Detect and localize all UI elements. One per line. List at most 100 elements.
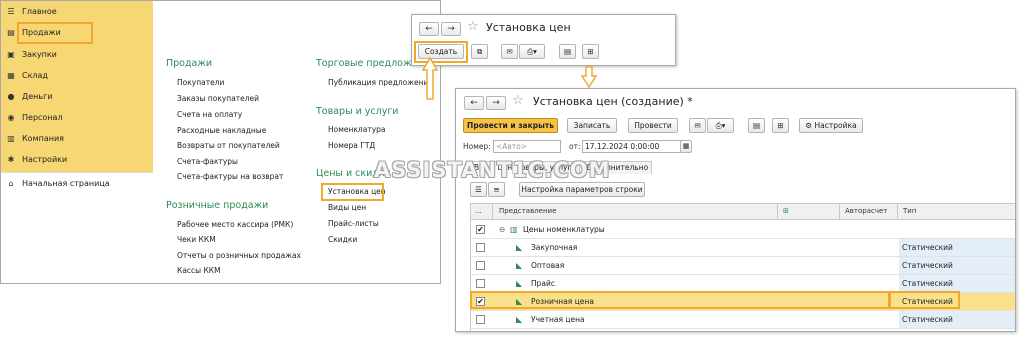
image-column-icon[interactable]: ⊞ xyxy=(783,207,789,215)
number-field[interactable]: <Авто> xyxy=(493,140,561,153)
menu-icon: ☰ xyxy=(7,7,15,16)
sidebar-item-home[interactable]: ⌂ Начальная страница xyxy=(1,172,153,193)
link-nomenclature[interactable]: Номенклатура xyxy=(328,125,386,134)
structure-icon[interactable]: ⊞ xyxy=(772,118,789,133)
type-cell[interactable]: Статический xyxy=(899,311,1015,328)
grid-cols-icon[interactable]: ≡ xyxy=(488,182,505,197)
date-field[interactable]: 17.12.2024 0:00:00 xyxy=(582,140,688,153)
post-button[interactable]: Провести xyxy=(628,118,678,133)
sections-panel-window: ☰ Главное ▤ Продажи ▣ Закупки ▦ Склад ● … xyxy=(0,0,441,284)
arrow-left-icon: ← xyxy=(425,24,433,34)
favorite-star-icon[interactable]: ☆ xyxy=(512,93,524,108)
sidebar-item-warehouse[interactable]: ▦ Склад xyxy=(1,65,153,86)
type-cell-highlight-frame xyxy=(888,291,960,309)
structure-icon[interactable]: ⊞ xyxy=(582,44,599,59)
column-header-autocalc[interactable]: Авторасчет xyxy=(845,207,887,215)
forward-button[interactable]: → xyxy=(486,96,506,110)
report-icon[interactable]: ▤ xyxy=(559,44,576,59)
row-label: Закупочная xyxy=(531,243,578,252)
grid-rows-icon[interactable]: ☰ xyxy=(470,182,487,197)
sidebar-item-label: Главное xyxy=(22,7,57,16)
column-divider xyxy=(897,204,898,220)
column-divider xyxy=(492,204,493,220)
row-checkbox[interactable] xyxy=(476,279,485,288)
settings-button[interactable]: ⚙ Настройка xyxy=(799,118,863,133)
sidebar-item-company[interactable]: ▥ Компания xyxy=(1,128,153,149)
type-cell[interactable]: Статический xyxy=(899,239,1015,256)
home-icon: ⌂ xyxy=(8,178,14,188)
link-sales-waybills[interactable]: Расходные накладные xyxy=(177,126,266,135)
table-row[interactable]: ◣ Учетная цена Статический xyxy=(471,311,1015,329)
mail-icon[interactable]: ✉ xyxy=(689,118,706,133)
print-icon[interactable]: ⎙▾ xyxy=(519,44,545,59)
price-setup-highlight-frame xyxy=(321,183,384,201)
link-gtd-numbers[interactable]: Номера ГТД xyxy=(328,141,375,150)
sidebar-item-money[interactable]: ● Деньги xyxy=(1,86,153,107)
link-publish-offers[interactable]: Публикация предложений xyxy=(328,78,433,87)
link-kkm-registers[interactable]: Кассы ККМ xyxy=(177,266,221,275)
favorite-star-icon[interactable]: ☆ xyxy=(467,19,479,34)
link-price-lists[interactable]: Прайс-листы xyxy=(328,219,379,228)
column-divider xyxy=(777,204,778,220)
link-invoices[interactable]: Счета-фактуры xyxy=(177,157,238,166)
row-settings-button[interactable]: Настройка параметров строки xyxy=(519,182,645,197)
link-payment-invoices[interactable]: Счета на оплату xyxy=(177,110,242,119)
sidebar-item-purchases[interactable]: ▣ Закупки xyxy=(1,44,153,65)
mail-icon[interactable]: ✉ xyxy=(501,44,518,59)
price-type-icon: ◣ xyxy=(516,243,523,252)
link-kkm-receipts[interactable]: Чеки ККМ xyxy=(177,235,216,244)
save-button[interactable]: Записать xyxy=(567,118,617,133)
date-label: от: xyxy=(569,142,581,151)
sidebar-item-label: Начальная страница xyxy=(22,178,110,188)
table-row[interactable]: ◣ Оптовая Статический xyxy=(471,257,1015,275)
cash-register-icon: ▤ xyxy=(7,28,15,37)
link-customers[interactable]: Покупатели xyxy=(177,78,224,87)
section-title-sales: Продажи xyxy=(166,58,213,69)
post-and-close-button[interactable]: Провести и закрыть xyxy=(463,118,558,133)
link-customer-orders[interactable]: Заказы покупателей xyxy=(177,94,259,103)
sidebar-item-label: Закупки xyxy=(22,50,57,59)
section-menu: Продажи Покупатели Заказы покупателей Сч… xyxy=(153,1,440,283)
row-checkbox[interactable] xyxy=(476,243,485,252)
sidebar-item-main[interactable]: ☰ Главное xyxy=(1,1,153,22)
warehouse-icon: ▦ xyxy=(7,71,15,80)
link-return-invoices[interactable]: Счета-фактуры на возврат xyxy=(177,172,283,181)
sidebar-item-staff[interactable]: ◉ Персонал xyxy=(1,107,153,128)
column-header-type[interactable]: Тип xyxy=(903,207,916,215)
table-header: ... Представление ⊞ Авторасчет Тип xyxy=(471,204,1015,220)
forward-button[interactable]: → xyxy=(441,22,461,36)
print-icon[interactable]: ⎙▾ xyxy=(707,118,734,133)
link-price-types[interactable]: Виды цен xyxy=(328,203,366,212)
link-discounts[interactable]: Скидки xyxy=(328,235,357,244)
money-icon: ● xyxy=(7,92,15,101)
sidebar-item-settings[interactable]: ✱ Настройки xyxy=(1,149,153,170)
arrow-right-icon: → xyxy=(447,24,455,34)
back-button[interactable]: ← xyxy=(464,96,484,110)
watermark: ASSISTANT1C.COM xyxy=(374,158,611,182)
price-type-icon: ◣ xyxy=(516,279,523,288)
link-customer-returns[interactable]: Возвраты от покупателей xyxy=(177,141,280,150)
table-row[interactable]: ◣ Закупочная Статический xyxy=(471,239,1015,257)
person-icon: ◉ xyxy=(7,113,15,122)
section-title-retail: Розничные продажи xyxy=(166,200,269,211)
back-button[interactable]: ← xyxy=(419,22,439,36)
company-icon: ▥ xyxy=(7,134,15,143)
sidebar-item-label: Компания xyxy=(22,134,64,143)
row-checkbox[interactable] xyxy=(476,261,485,270)
row-checkbox[interactable] xyxy=(476,315,485,324)
collapse-icon[interactable]: ⊖ xyxy=(499,225,505,234)
price-type-icon: ◣ xyxy=(516,315,523,324)
report-icon[interactable]: ▤ xyxy=(748,118,765,133)
type-cell[interactable]: Статический xyxy=(899,275,1015,292)
link-cashier-workplace[interactable]: Рабочее место кассира (РМК) xyxy=(177,220,293,229)
copy-icon[interactable]: ⧉ xyxy=(471,44,488,59)
calendar-icon[interactable]: ▦ xyxy=(680,140,692,153)
column-header-view[interactable]: Представление xyxy=(499,207,556,215)
row-label: Оптовая xyxy=(531,261,565,270)
gear-icon: ⚙ xyxy=(805,121,815,130)
window-title: Установка цен (создание) * xyxy=(533,95,693,108)
link-retail-reports[interactable]: Отчеты о розничных продажах xyxy=(177,251,301,260)
type-cell[interactable]: Статический xyxy=(899,257,1015,274)
row-checkbox[interactable]: ✔ xyxy=(476,225,485,234)
table-row-group[interactable]: ✔ ⊖ ▥ Цены номенклатуры xyxy=(471,221,1015,239)
